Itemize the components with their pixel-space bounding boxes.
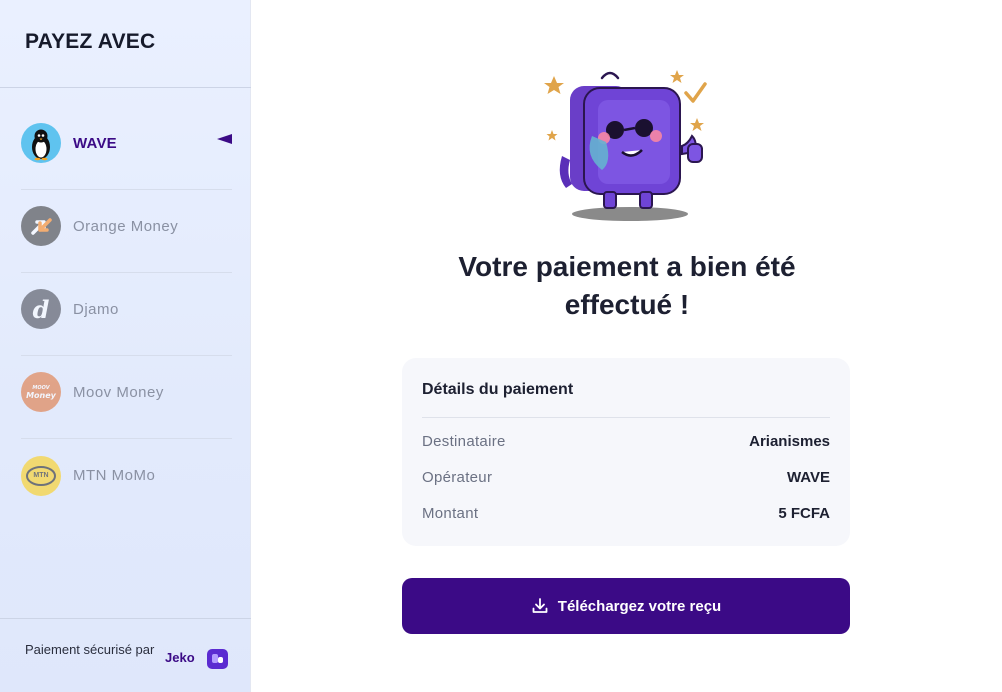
- payment-method-label: MTN MoMo: [73, 467, 156, 484]
- detail-row-recipient: Destinataire Arianismes: [422, 433, 830, 450]
- sidebar-divider: [0, 87, 251, 88]
- payment-method-orange-money[interactable]: Orange Money: [21, 190, 232, 273]
- payment-method-label: WAVE: [73, 134, 117, 152]
- selected-indicator-icon: [217, 134, 232, 144]
- jeko-brand-name: Jeko: [165, 650, 195, 665]
- payment-details-heading: Détails du paiement: [422, 381, 574, 398]
- details-divider: [422, 417, 830, 418]
- detail-value: WAVE: [786, 469, 830, 486]
- detail-value: Arianismes: [749, 433, 830, 450]
- download-icon: [531, 597, 549, 615]
- payment-method-label: Moov Money: [73, 383, 164, 401]
- payment-method-label: Djamo: [73, 300, 119, 318]
- payment-method-mtn-momo[interactable]: MTN MTN MoMo: [21, 439, 232, 522]
- payment-methods-sidebar: PAYEZ AVEC WAVE Orange Money d Djamo MOO…: [0, 0, 251, 692]
- moov-logo-text: Money: [26, 390, 56, 400]
- detail-row-amount: Montant 5 FCFA: [422, 505, 830, 522]
- detail-key: Destinataire: [422, 433, 506, 450]
- jeko-logo-icon: [207, 649, 228, 669]
- mtn-logo-text: MTN: [33, 472, 49, 479]
- payment-method-list: WAVE Orange Money d Djamo MOOV Money Moo…: [21, 107, 232, 522]
- payment-method-label: Orange Money: [73, 217, 179, 235]
- detail-value: 5 FCFA: [778, 505, 830, 522]
- payment-details-card: Détails du paiement Destinataire Arianis…: [402, 358, 850, 546]
- orange-money-arrows-icon: [21, 206, 61, 246]
- secure-payment-text: Paiement sécurisé par: [25, 642, 155, 657]
- download-receipt-button[interactable]: Téléchargez votre reçu: [402, 578, 850, 634]
- detail-key: Opérateur: [422, 469, 493, 486]
- download-receipt-label: Téléchargez votre reçu: [557, 597, 722, 615]
- sidebar-footer-divider: [0, 618, 251, 619]
- moov-money-icon: MOOV Money: [21, 372, 61, 412]
- detail-row-operator: Opérateur WAVE: [422, 469, 830, 486]
- payment-method-djamo[interactable]: d Djamo: [21, 273, 232, 356]
- payment-method-moov-money[interactable]: MOOV Money Moov Money: [21, 356, 232, 439]
- happy-wallet-mascot-icon: [544, 70, 707, 221]
- payment-success-title: Votre paiement a bien été effectué !: [458, 251, 796, 320]
- djamo-d-icon: d: [21, 289, 61, 329]
- penguin-icon: [21, 123, 61, 163]
- mtn-icon: MTN: [21, 455, 61, 496]
- detail-key: Montant: [422, 505, 479, 522]
- payment-confirmation-panel: Votre paiement a bien été effectué ! Dét…: [252, 0, 1002, 692]
- sidebar-title: PAYEZ AVEC: [25, 30, 156, 53]
- payment-method-wave[interactable]: WAVE: [21, 107, 232, 190]
